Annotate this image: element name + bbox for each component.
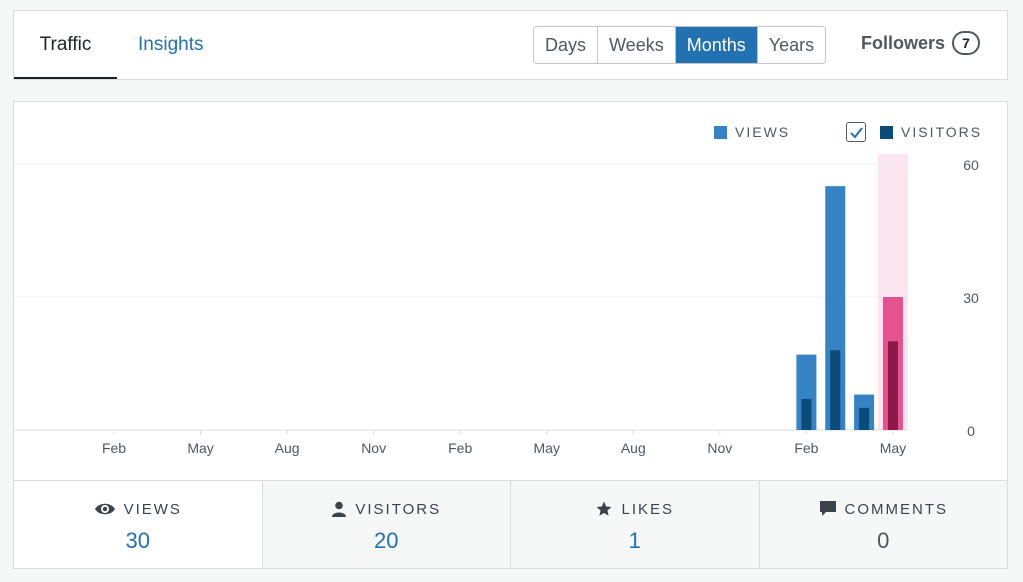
y-tick-label: 30 <box>963 290 979 306</box>
summary-visitors-value: 20 <box>374 528 399 553</box>
summary-likes-value: 1 <box>628 528 641 553</box>
summary-comments-label: COMMENTS <box>844 500 948 518</box>
eye-icon <box>94 503 115 515</box>
period-days-button[interactable]: Days <box>534 27 599 63</box>
followers-label: Followers <box>861 32 946 53</box>
summary-views-label: VIEWS <box>123 500 182 518</box>
visitors-bar <box>801 398 812 430</box>
x-tick-label: Feb <box>102 440 126 456</box>
summary-tab-visitors[interactable]: VISITORS 20 <box>261 481 510 568</box>
x-tick-label: Nov <box>707 440 732 456</box>
visitors-bar <box>859 407 870 430</box>
visitors-bar <box>887 341 898 430</box>
summary-tabs: VIEWS 30 VISITORS 20 LIKES 1 COMMENTS 0 <box>14 480 1007 568</box>
x-tick-label: Aug <box>275 440 300 456</box>
y-tick-label: 60 <box>963 157 979 173</box>
summary-views-value: 30 <box>125 528 150 553</box>
tab-traffic[interactable]: Traffic <box>14 11 117 79</box>
stats-header-card: Traffic Insights Days Weeks Months Years… <box>13 10 1008 80</box>
x-tick-label: Feb <box>794 440 818 456</box>
visitors-bar <box>830 350 841 430</box>
followers-link[interactable]: Followers 7 <box>861 31 981 55</box>
period-selector: Days Weeks Months Years <box>533 26 827 64</box>
stats-bar-chart: 0 30 60 Feb May Aug Nov Feb May Aug Nov Feb May <box>14 154 979 456</box>
x-tick-label: May <box>187 440 213 456</box>
x-tick-label: Feb <box>448 440 472 456</box>
period-weeks-button[interactable]: Weeks <box>598 27 676 63</box>
comment-icon <box>819 501 836 516</box>
y-tick-label: 0 <box>967 423 975 439</box>
period-months-button[interactable]: Months <box>675 27 758 63</box>
summary-tab-likes[interactable]: LIKES 1 <box>510 481 759 568</box>
x-tick-label: May <box>534 440 560 456</box>
summary-comments-value: 0 <box>877 528 890 553</box>
summary-visitors-label: VISITORS <box>355 500 442 518</box>
x-tick-label: Nov <box>361 440 386 456</box>
tab-insights[interactable]: Insights <box>138 11 203 79</box>
x-tick-label: May <box>880 440 906 456</box>
stats-chart-card: VIEWS VISITORS 0 30 60 Feb May Aug Nov Feb May Au… <box>13 101 1008 569</box>
person-icon <box>332 501 347 517</box>
period-years-button[interactable]: Years <box>757 27 826 63</box>
summary-likes-label: LIKES <box>621 500 675 518</box>
followers-count-badge: 7 <box>952 31 981 55</box>
summary-tab-comments[interactable]: COMMENTS 0 <box>758 481 1007 568</box>
summary-tab-views[interactable]: VIEWS 30 <box>14 481 262 568</box>
x-tick-label: Aug <box>621 440 646 456</box>
star-icon <box>596 501 612 516</box>
